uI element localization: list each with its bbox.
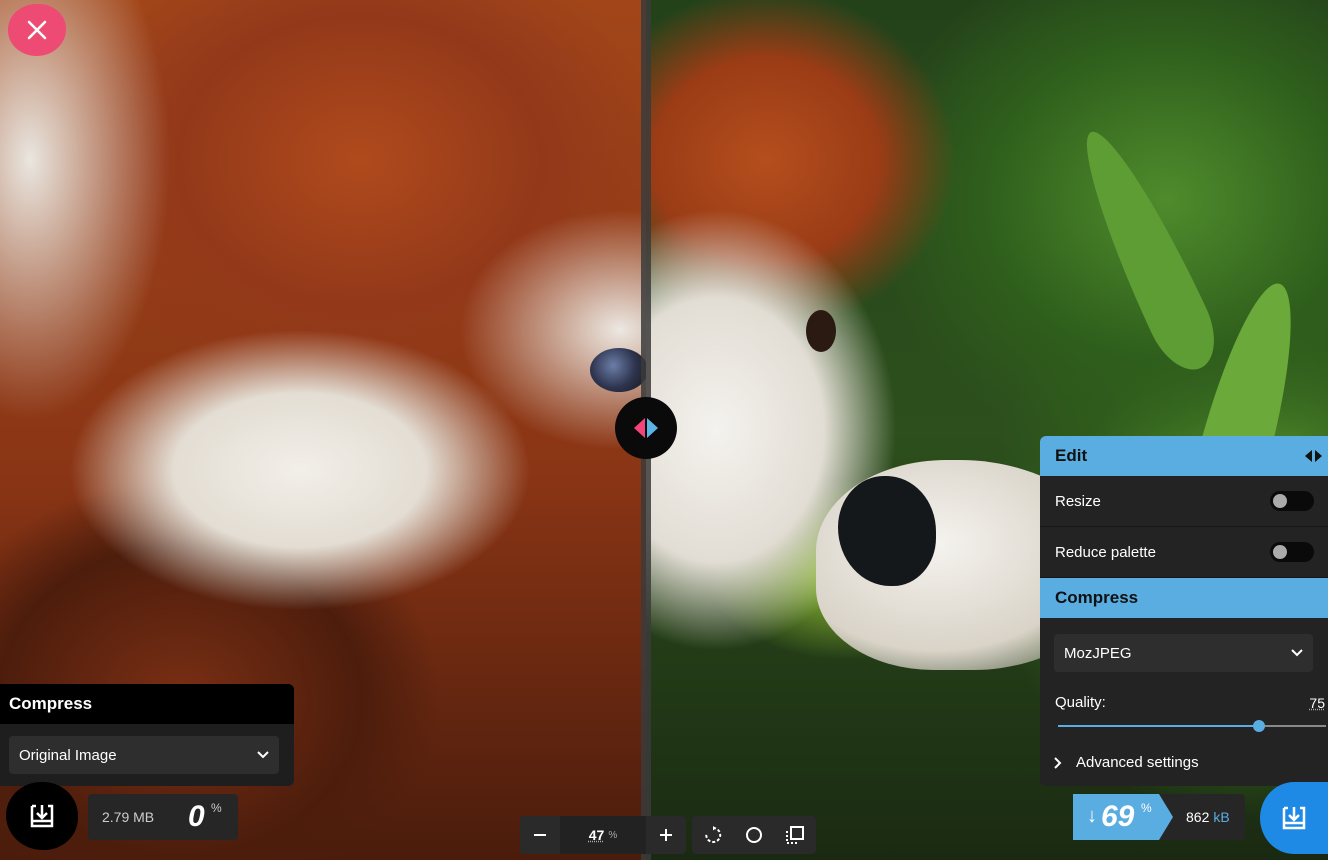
download-compressed-button[interactable] [1260,782,1328,854]
download-original-button[interactable] [6,782,78,850]
right-options-panel: Edit Resize Reduce palette Compress MozJ… [1040,436,1328,786]
crop-button[interactable] [775,816,816,854]
background-toggle-button[interactable] [733,816,774,854]
close-icon [27,20,47,40]
quality-row: Quality: 75 [1055,694,1325,711]
reduce-palette-toggle[interactable] [1270,542,1314,562]
original-size: 2.79 MB [102,809,155,825]
resize-toggle[interactable] [1270,491,1314,511]
resize-row: Resize [1040,476,1328,527]
compressed-size-info: ↓ 69 % 862 kB [1073,794,1245,840]
panda-eye [806,310,836,352]
split-handle[interactable] [615,397,677,459]
zoom-value-input[interactable]: 47 % [560,816,646,854]
compress-title: Compress [1055,588,1139,607]
left-compress-title: Compress [0,684,294,724]
crop-icon [786,826,805,844]
original-size-info: 2.79 MB 0 % [88,794,238,840]
zoom-in-button[interactable] [646,816,686,854]
image-tools [692,816,816,854]
rotate-button[interactable] [692,816,733,854]
left-codec-select[interactable]: Original Image [9,736,279,774]
quality-label: Quality: [1055,694,1106,711]
chevron-down-icon [257,751,269,759]
reduce-palette-row: Reduce palette [1040,527,1328,578]
compressed-size-value: 862 [1186,809,1210,825]
compressed-size-unit: kB [1213,809,1230,825]
circle-icon [745,827,762,843]
reduction-percent-sign: % [1141,801,1152,815]
plus-icon [660,829,672,841]
left-codec-value: Original Image [19,746,117,764]
reduction-badge: ↓ 69 % [1073,794,1173,840]
edit-section-header: Edit [1040,436,1328,476]
compress-section-header: Compress [1040,578,1328,618]
close-button[interactable] [8,4,66,56]
down-arrow-icon: ↓ [1087,805,1097,827]
advanced-settings-label: Advanced settings [1076,754,1199,771]
quality-value[interactable]: 75 [1309,695,1325,711]
arrow-left-icon [634,418,645,438]
reduce-palette-label: Reduce palette [1055,543,1156,561]
download-icon [30,804,54,828]
arrow-right-icon [647,418,658,438]
panda-eye [590,348,648,392]
bamboo-leaf [1063,119,1229,381]
zoom-value: 47 [588,827,605,843]
zoom-controls: 47 % [520,816,686,854]
reduction-percent: 69 [1101,800,1135,833]
codec-select[interactable]: MozJPEG [1054,634,1313,672]
minus-icon [534,834,546,836]
chevron-right-icon [1054,756,1062,769]
quality-slider[interactable] [1058,720,1326,732]
advanced-settings-toggle[interactable]: Advanced settings [1054,754,1199,771]
quality-slider-thumb[interactable] [1253,720,1265,732]
quality-slider-fill [1058,725,1259,727]
original-percent: 0 [188,800,205,833]
resize-label: Resize [1055,492,1101,510]
edit-title: Edit [1055,446,1088,465]
zoom-out-button[interactable] [520,816,560,854]
compressed-size: 862 kB [1186,809,1230,825]
download-icon [1282,806,1306,830]
codec-value: MozJPEG [1064,644,1132,662]
left-options-panel: Compress Original Image [0,684,294,786]
zoom-unit: % [608,829,618,841]
expand-arrows-icon[interactable] [1305,450,1322,462]
original-percent-sign: % [211,801,222,815]
rotate-icon [704,826,721,843]
chevron-down-icon [1291,649,1303,657]
